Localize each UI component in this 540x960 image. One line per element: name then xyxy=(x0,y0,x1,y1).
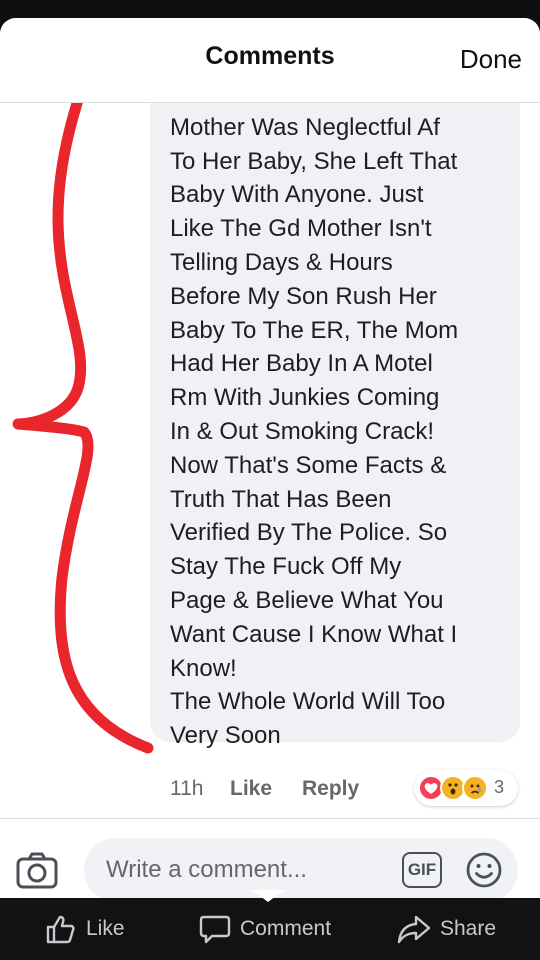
comments-header: Comments Done xyxy=(0,18,540,102)
gif-button[interactable]: GIF xyxy=(402,852,442,888)
header-divider xyxy=(0,102,540,103)
post-share-label: Share xyxy=(440,917,497,940)
emoji-icon[interactable] xyxy=(464,850,504,890)
sad-icon xyxy=(462,775,488,801)
post-like-label: Like xyxy=(86,917,125,940)
comment-timestamp: 11h xyxy=(170,777,204,800)
reaction-summary[interactable]: 3 xyxy=(414,770,518,806)
post-like-button[interactable]: Like xyxy=(44,898,125,960)
comments-sheet: Comments Done Read Isn't The Truth! The … xyxy=(0,18,540,898)
post-action-bar: Like Comment Share xyxy=(0,898,540,960)
post-comment-button[interactable]: Comment xyxy=(198,898,331,960)
sheet-pointer xyxy=(252,890,284,902)
comment-meta-row: 11h Like Reply 3 xyxy=(0,770,540,810)
comment-text: Read Isn't The Truth! The Mother Was Neg… xyxy=(170,103,459,750)
camera-icon[interactable] xyxy=(14,848,60,894)
done-button[interactable]: Done xyxy=(460,44,522,75)
share-arrow-icon xyxy=(397,915,431,944)
comment-bubble-icon xyxy=(199,915,231,944)
comment-scroll-area[interactable]: Read Isn't The Truth! The Mother Was Neg… xyxy=(0,103,540,793)
post-comment-label: Comment xyxy=(240,917,332,940)
thumbs-up-icon xyxy=(46,915,75,944)
composer-divider xyxy=(0,818,540,819)
comment-like-button[interactable]: Like xyxy=(230,777,272,801)
comment-reply-button[interactable]: Reply xyxy=(302,777,359,801)
reaction-count: 3 xyxy=(494,777,505,797)
post-share-button[interactable]: Share xyxy=(396,898,496,960)
comment-bubble: Read Isn't The Truth! The Mother Was Neg… xyxy=(150,103,520,749)
comment-input[interactable] xyxy=(106,838,386,898)
comment-composer: GIF xyxy=(84,838,518,898)
